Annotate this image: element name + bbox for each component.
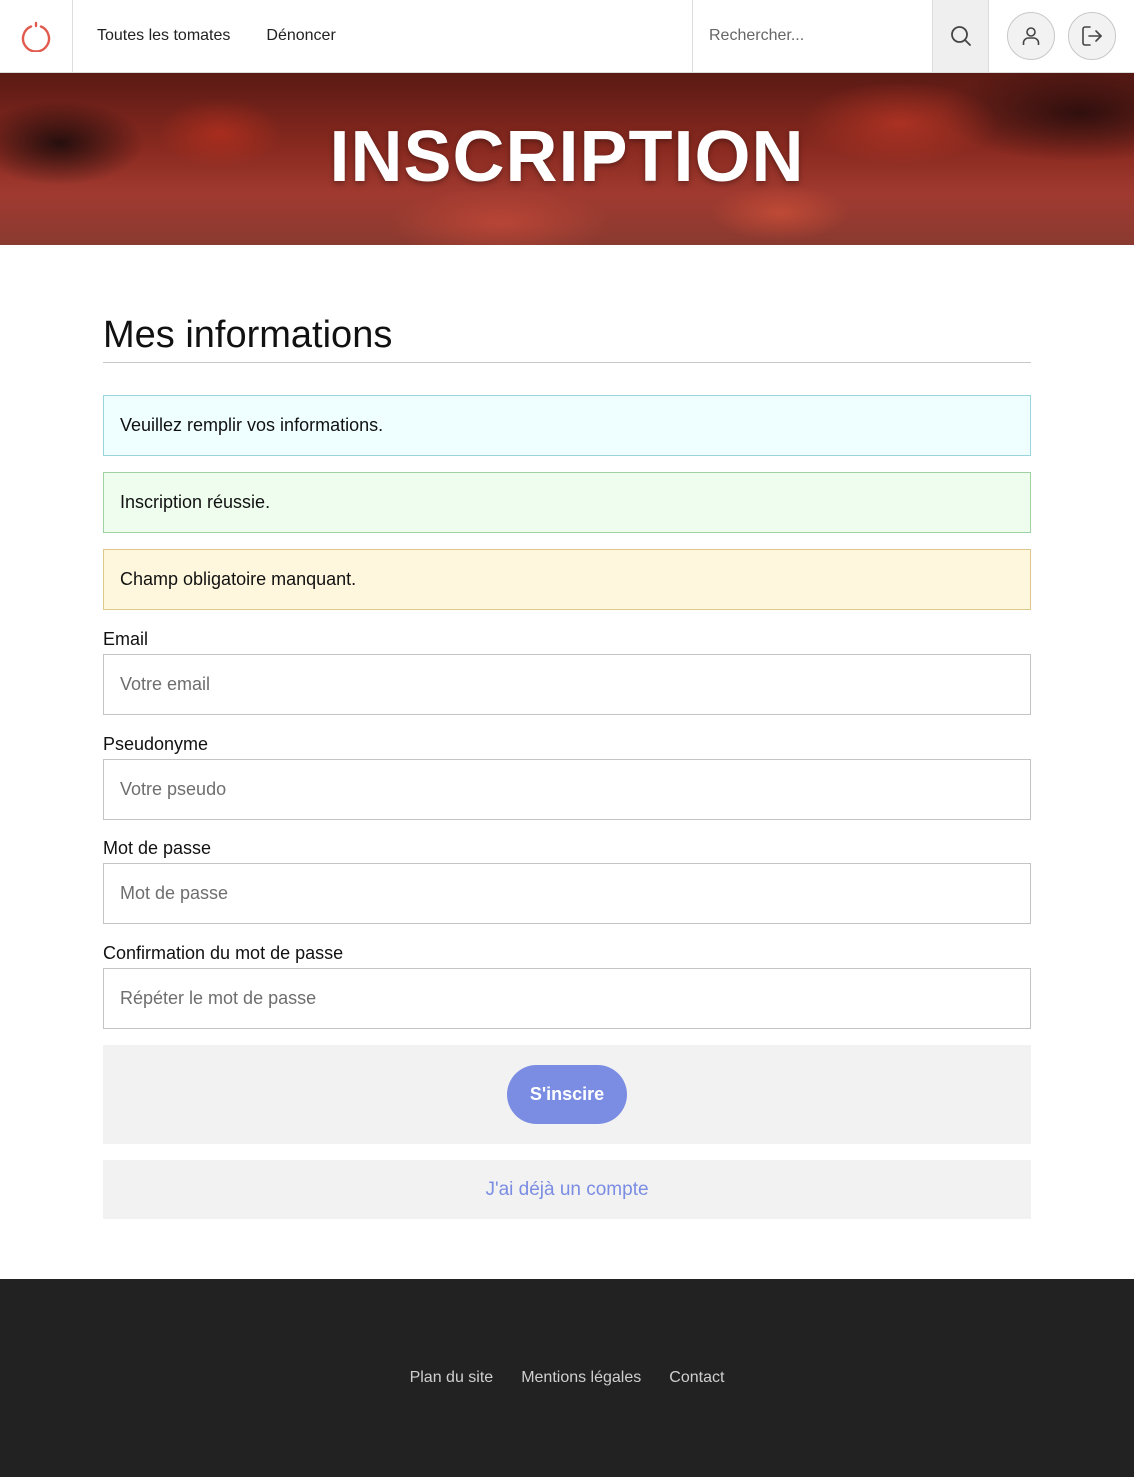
pseudo-field[interactable] <box>103 759 1031 820</box>
info-alert: Veuillez remplir vos informations. <box>103 395 1031 456</box>
password-field[interactable] <box>103 863 1031 924</box>
login-panel: J'ai déjà un compte <box>103 1160 1031 1219</box>
user-icon <box>1022 27 1039 45</box>
register-button[interactable]: S'inscire <box>507 1065 627 1124</box>
footer: Plan du site Mentions légales Contact <box>0 1279 1134 1477</box>
hero-banner: INSCRIPTION <box>0 73 1134 245</box>
logout-button[interactable] <box>1068 12 1117 60</box>
confirm-password-group: Confirmation du mot de passe <box>103 942 1031 1029</box>
logo-link[interactable] <box>0 0 73 72</box>
pseudo-label: Pseudonyme <box>103 734 209 754</box>
search-field-container <box>692 0 932 72</box>
user-actions <box>989 0 1134 72</box>
email-label: Email <box>103 629 149 649</box>
logout-icon <box>1082 26 1103 46</box>
email-group: Email <box>103 628 1031 715</box>
top-navbar: Toutes les tomates Dénoncer <box>0 0 1134 73</box>
nav-link-toutes-les-tomates[interactable]: Toutes les tomates <box>97 27 230 45</box>
success-alert: Inscription réussie. <box>103 472 1031 533</box>
login-link[interactable]: J'ai déjà un compte <box>485 1179 648 1201</box>
password-group: Mot de passe <box>103 837 1031 924</box>
search-input[interactable] <box>709 27 932 45</box>
page-title: INSCRIPTION <box>329 117 805 197</box>
main-nav: Toutes les tomates Dénoncer <box>73 0 692 72</box>
power-icon <box>21 21 51 52</box>
profile-button[interactable] <box>1006 12 1055 60</box>
footer-link-sitemap[interactable]: Plan du site <box>410 1369 494 1387</box>
search-icon <box>950 26 971 46</box>
nav-link-denoncer[interactable]: Dénoncer <box>266 27 335 45</box>
registration-form: Mes informations Veuillez remplir vos in… <box>103 245 1031 1219</box>
footer-link-contact[interactable]: Contact <box>669 1369 724 1387</box>
pseudo-group: Pseudonyme <box>103 733 1031 820</box>
section-title: Mes informations <box>103 314 1031 363</box>
password-label: Mot de passe <box>103 838 212 858</box>
search-button[interactable] <box>932 0 989 72</box>
submit-panel: S'inscire <box>103 1045 1031 1144</box>
email-field[interactable] <box>103 654 1031 715</box>
footer-link-legal[interactable]: Mentions légales <box>521 1369 641 1387</box>
warning-alert: Champ obligatoire manquant. <box>103 549 1031 610</box>
confirm-password-field[interactable] <box>103 968 1031 1029</box>
confirm-password-label: Confirmation du mot de passe <box>103 943 344 963</box>
